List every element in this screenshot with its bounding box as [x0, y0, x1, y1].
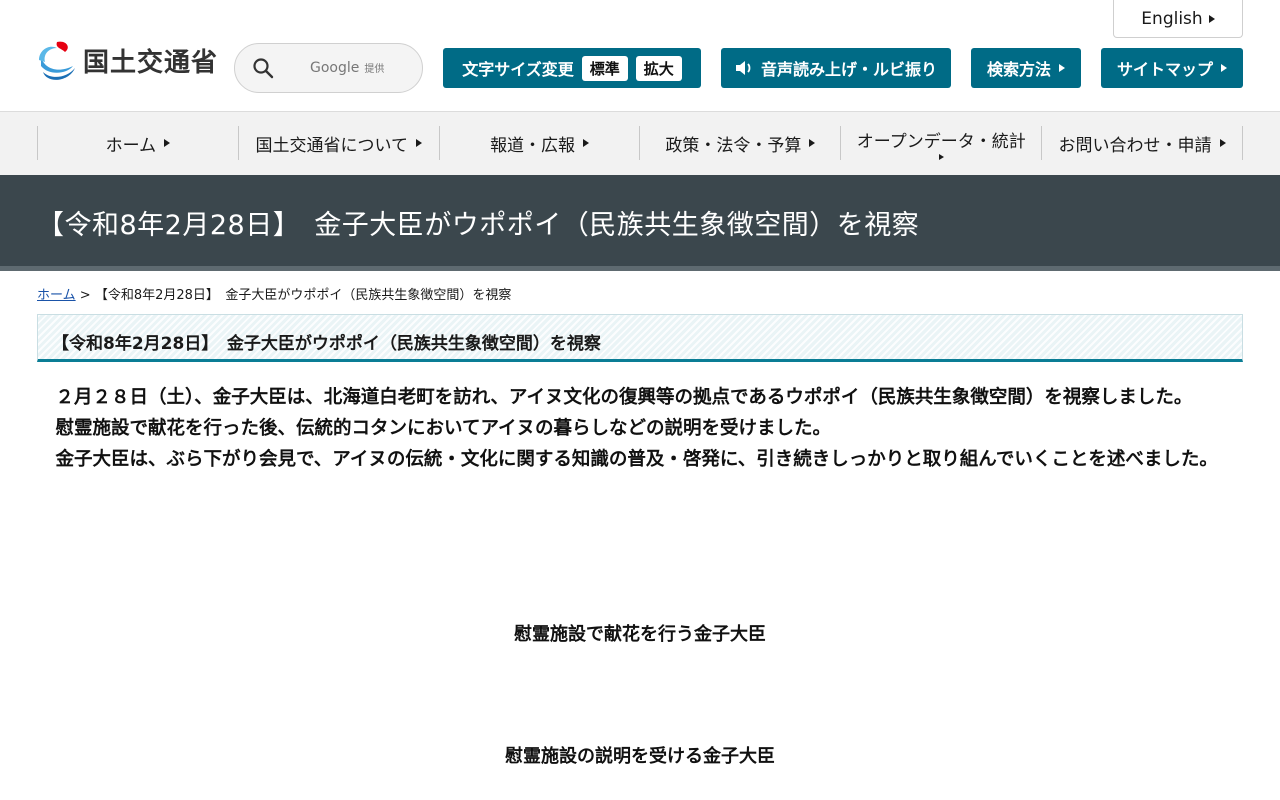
photo-caption: 慰霊施設で献花を行う金子大臣 [514, 624, 766, 645]
site-logo[interactable]: 国土交通省 [37, 38, 218, 82]
search-brand-suffix: 提供 [364, 64, 385, 75]
nav-item-press[interactable]: 報道・広報 [440, 126, 641, 160]
triangle-right-icon [1219, 139, 1226, 147]
triangle-right-icon [1059, 64, 1065, 72]
article-paragraph: ２月２８日（土）、金子大臣は、北海道白老町を訪れ、アイヌ文化の復興等の拠点である… [55, 387, 1193, 408]
page-title: 【令和8年2月28日】 金子大臣がウポポイ（民族共生象徴空間）を視察 [37, 210, 920, 241]
text-size-control: 文字サイズ変更 標準 拡大 [443, 48, 701, 88]
nav-item-label: 報道・広報 [490, 135, 576, 156]
sitemap-label: サイトマップ [1116, 60, 1213, 79]
breadcrumb-current: 【令和8年2月28日】 金子大臣がウポポイ（民族共生象徴空間）を視察 [94, 288, 512, 303]
logo-text: 国土交通省 [83, 47, 219, 78]
voice-ruby-button[interactable]: 音声読み上げ・ルビ振り [721, 48, 951, 88]
search-method-button[interactable]: 検索方法 [971, 48, 1081, 88]
english-label: English [1141, 8, 1203, 29]
article-paragraph: 金子大臣は、ぶら下がり会見で、アイヌの伝統・文化に関する知識の普及・啓発に、引き… [55, 449, 1218, 470]
sitemap-button[interactable]: サイトマップ [1101, 48, 1243, 88]
text-size-label: 文字サイズ変更 [462, 60, 574, 79]
article-heading-box: 【令和8年2月28日】 金子大臣がウポポイ（民族共生象徴空間）を視察 [37, 314, 1243, 362]
nav-item-label: 政策・法令・予算 [665, 135, 802, 156]
speaker-icon [735, 61, 751, 75]
nav-item-about[interactable]: 国土交通省について [239, 126, 440, 160]
text-size-standard-button[interactable]: 標準 [581, 55, 628, 81]
triangle-right-icon [1208, 14, 1215, 23]
nav-item-label: 国土交通省について [255, 135, 408, 156]
triangle-right-icon [583, 139, 590, 147]
search-placeholder: Google 提供 [310, 60, 384, 76]
triangle-right-icon [1221, 64, 1227, 72]
logo-mark-icon [39, 41, 75, 80]
breadcrumb-home-link[interactable]: ホーム [37, 288, 76, 303]
nav-item-label: ホーム [105, 135, 157, 156]
nav-item-contact[interactable]: お問い合わせ・申請 [1042, 126, 1243, 160]
nav-item-policy[interactable]: 政策・法令・予算 [640, 126, 842, 160]
breadcrumb-separator: > [79, 288, 91, 303]
triangle-right-icon [415, 139, 422, 147]
article-paragraph: 慰霊施設で献花を行った後、伝統的コタンにおいてアイヌの暮らしなどの説明を受けまし… [55, 418, 832, 439]
site-search[interactable]: Google 提供 [234, 43, 423, 93]
photo-caption: 慰霊施設の説明を受ける金子大臣 [505, 746, 775, 767]
global-nav: ホーム 国土交通省について 報道・広報 政策・法令・予算 オープンデータ・統計 … [0, 112, 1280, 175]
article-body: ２月２８日（土）、金子大臣は、北海道白老町を訪れ、アイヌ文化の復興等の拠点である… [37, 382, 1243, 475]
nav-item-label: オープンデータ・統計 [856, 131, 1026, 152]
triangle-right-icon [164, 139, 171, 147]
search-brand: Google [310, 60, 360, 76]
search-icon[interactable] [252, 57, 274, 79]
search-method-label: 検索方法 [986, 60, 1051, 79]
nav-item-label: お問い合わせ・申請 [1058, 135, 1212, 156]
page-title-band: 【令和8年2月28日】 金子大臣がウポポイ（民族共生象徴空間）を視察 [0, 175, 1280, 271]
nav-item-home[interactable]: ホーム [38, 126, 239, 160]
site-header: English 国土交通省 Google 提供 文字サイズ変更 標準 拡大 音声読… [0, 0, 1280, 112]
english-link[interactable]: English [1113, 0, 1243, 38]
nav-item-open-data[interactable]: オープンデータ・統計 [841, 126, 1043, 160]
voice-ruby-label: 音声読み上げ・ルビ振り [760, 60, 937, 79]
text-size-large-button[interactable]: 拡大 [635, 55, 682, 81]
global-nav-list: ホーム 国土交通省について 報道・広報 政策・法令・予算 オープンデータ・統計 … [37, 126, 1243, 160]
triangle-right-icon [809, 139, 816, 147]
triangle-right-icon [938, 153, 944, 160]
article-heading: 【令和8年2月28日】 金子大臣がウポポイ（民族共生象徴空間）を視察 [52, 334, 601, 354]
breadcrumb: ホーム > 【令和8年2月28日】 金子大臣がウポポイ（民族共生象徴空間）を視察 [37, 284, 511, 303]
